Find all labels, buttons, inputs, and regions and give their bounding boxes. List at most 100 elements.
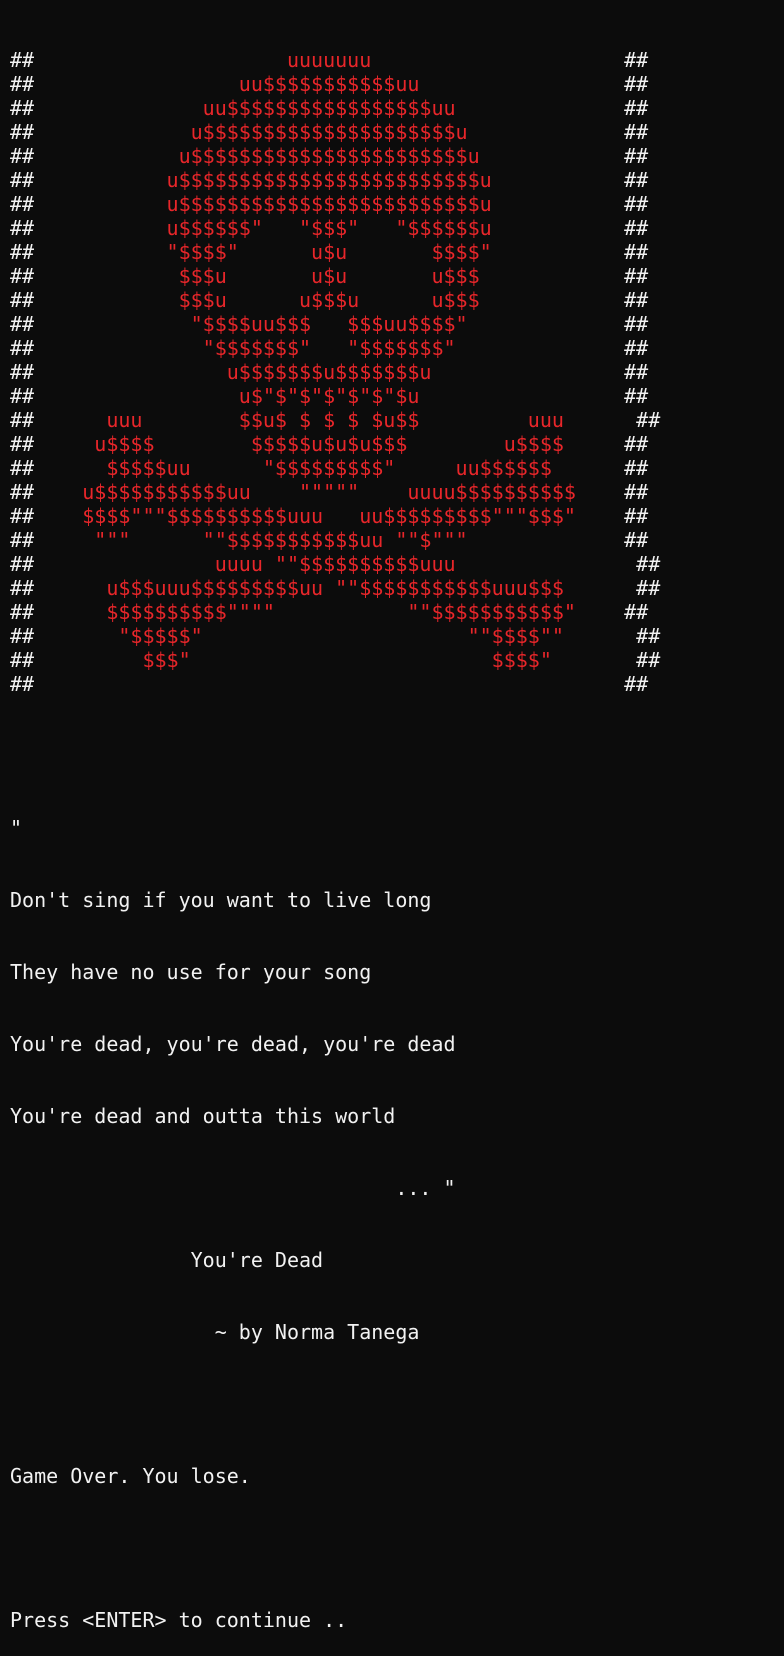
border-left: ## (10, 384, 35, 408)
border-right: ## (624, 264, 649, 288)
skull-art-text (34, 672, 624, 696)
skull-art-text: uu$$$$$$$$$$$uu (34, 72, 625, 96)
border-left: ## (10, 480, 35, 504)
skull-art-text: $$$$$$$$$$"""" ""$$$$$$$$$$$" (34, 600, 625, 624)
skull-art-text: u$$$$ $$$$$u$u$u$$$ u$$$$ (34, 432, 625, 456)
border-right: ## (624, 120, 649, 144)
border-left: ## (10, 624, 35, 648)
quote-close: ... " (10, 1176, 456, 1200)
border-left: ## (10, 96, 35, 120)
skull-art-text: u$$$$$$$$$$$$$$$$$$$$$$$u (34, 144, 625, 168)
border-right: ## (624, 672, 649, 696)
border-right: ## (624, 432, 649, 456)
skull-art-row: ## uuu $$u$ $ $ $ $u$$ uuu ## (10, 408, 660, 432)
skull-art-row: ## u$$$$$$$$$$$uu """"" uuuu$$$$$$$$$$ #… (10, 480, 660, 504)
border-right: ## (624, 72, 649, 96)
border-left: ## (10, 168, 35, 192)
border-right: ## (624, 168, 649, 192)
border-right: ## (636, 552, 661, 576)
border-left: ## (10, 288, 35, 312)
border-left: ## (10, 576, 35, 600)
skull-art-row: ## "$$$$$" ""$$$$"" ## (10, 624, 660, 648)
border-left: ## (10, 336, 35, 360)
skull-art-text: u$$$$$$" "$$$" "$$$$$$u (34, 216, 625, 240)
border-left: ## (10, 264, 35, 288)
skull-art-text: uuuuuuu (34, 48, 625, 72)
skull-and-crossbones-art: ## uuuuuuu ## ## uu$$$$$$$$$$$uu ## ## uu$… (10, 48, 660, 696)
skull-art-row: ## "$$$$uu$$$ $$$uu$$$$" ## (10, 312, 660, 336)
skull-art-row: ## uu$$$$$$$$$$$uu ## (10, 72, 660, 96)
border-left: ## (10, 600, 35, 624)
border-right: ## (624, 312, 649, 336)
border-left: ## (10, 216, 35, 240)
border-left: ## (10, 192, 35, 216)
skull-art-text: u$"$"$"$"$"$"$u (34, 384, 625, 408)
skull-art-row: ## u$$$$ $$$$$u$u$u$$$ u$$$$ ## (10, 432, 660, 456)
skull-art-row: ## u$$$$$$$$$$$$$$$$$$$$$$$$$u ## (10, 168, 660, 192)
border-right: ## (636, 624, 661, 648)
skull-art-row: ## u$$$$$$$$$$$$$$$$$$$$$$$u ## (10, 144, 660, 168)
border-left: ## (10, 144, 35, 168)
skull-art-text: "$$$$$$$" "$$$$$$$" (34, 336, 625, 360)
skull-art-row: ## $$$u u$u u$$$ ## (10, 264, 660, 288)
skull-art-text: u$$$$$$$$$$$$$$$$$$$$$u (34, 120, 625, 144)
skull-art-row: ## $$$" $$$$" ## (10, 648, 660, 672)
skull-art-row: ## uu$$$$$$$$$$$$$$$$$uu ## (10, 96, 660, 120)
skull-art-text: "$$$$" u$u $$$$" (34, 240, 625, 264)
quote-line-3: You're dead, you're dead, you're dead (10, 1032, 456, 1056)
skull-art-text: uu$$$$$$$$$$$$$$$$$uu (34, 96, 625, 120)
border-left: ## (10, 672, 35, 696)
continue-prompt[interactable]: Press <ENTER> to continue .. (10, 1608, 660, 1632)
skull-art-text: uuu $$u$ $ $ $ $u$$ uuu (34, 408, 637, 432)
game-over-message: Game Over. You lose. (10, 1464, 251, 1488)
border-left: ## (10, 408, 35, 432)
skull-art-row: ## ## (10, 672, 660, 696)
skull-art-row: ## "$$$$$$$" "$$$$$$$" ## (10, 336, 660, 360)
border-right: ## (636, 576, 661, 600)
border-right: ## (624, 96, 649, 120)
border-right: ## (624, 528, 649, 552)
skull-art-row: ## u$$$$$$$$$$$$$$$$$$$$$u ## (10, 120, 660, 144)
skull-art-row: ## u$$$$$$" "$$$" "$$$$$$u ## (10, 216, 660, 240)
skull-art-text: $$$$$uu "$$$$$$$$$" uu$$$$$$ (34, 456, 625, 480)
skull-art-text: u$$$$$$$$$$$$$$$$$$$$$$$$$u (34, 192, 625, 216)
border-left: ## (10, 432, 35, 456)
quote-line-4: You're dead and outta this world (10, 1104, 396, 1128)
border-left: ## (10, 240, 35, 264)
skull-art-text: uuuu ""$$$$$$$$$$uuu (34, 552, 637, 576)
border-right: ## (624, 360, 649, 384)
border-left: ## (10, 648, 35, 672)
skull-art-row: ## uuuu ""$$$$$$$$$$uuu ## (10, 552, 660, 576)
skull-art-text: u$$$$$$$$$$$$$$$$$$$$$$$$$u (34, 168, 625, 192)
border-right: ## (624, 144, 649, 168)
border-left: ## (10, 360, 35, 384)
border-right: ## (624, 480, 649, 504)
skull-art-row: ## u$$$$$$$u$$$$$$$u ## (10, 360, 660, 384)
border-left: ## (10, 48, 35, 72)
border-right: ## (624, 336, 649, 360)
border-left: ## (10, 552, 35, 576)
border-right: ## (624, 288, 649, 312)
border-right: ## (624, 456, 649, 480)
terminal-screen: ## uuuuuuu ## ## uu$$$$$$$$$$$uu ## ## uu$… (10, 0, 660, 1656)
quote-line-2: They have no use for your song (10, 960, 372, 984)
skull-art-text: u$$$$$$$u$$$$$$$u (34, 360, 625, 384)
skull-art-text: "$$$$uu$$$ $$$uu$$$$" (34, 312, 625, 336)
skull-art-row: ## $$$$$uu "$$$$$$$$$" uu$$$$$$ ## (10, 456, 660, 480)
border-right: ## (624, 600, 649, 624)
skull-art-row: ## u$"$"$"$"$"$"$u ## (10, 384, 660, 408)
border-left: ## (10, 456, 35, 480)
skull-art-row: ## $$$$$$$$$$"""" ""$$$$$$$$$$$" ## (10, 600, 660, 624)
border-right: ## (636, 648, 661, 672)
quote-line-1: Don't sing if you want to live long (10, 888, 432, 912)
border-right: ## (624, 216, 649, 240)
border-left: ## (10, 120, 35, 144)
skull-art-row: ## u$$$$$$$$$$$$$$$$$$$$$$$$$u ## (10, 192, 660, 216)
border-right: ## (624, 504, 649, 528)
skull-art-row: ## """ ""$$$$$$$$$$$uu ""$""" ## (10, 528, 660, 552)
skull-art-row: ## u$$$uuu$$$$$$$$$uu ""$$$$$$$$$$$uuu$$… (10, 576, 660, 600)
song-title: You're Dead (10, 1248, 324, 1272)
skull-art-text: $$$" $$$$" (34, 648, 637, 672)
